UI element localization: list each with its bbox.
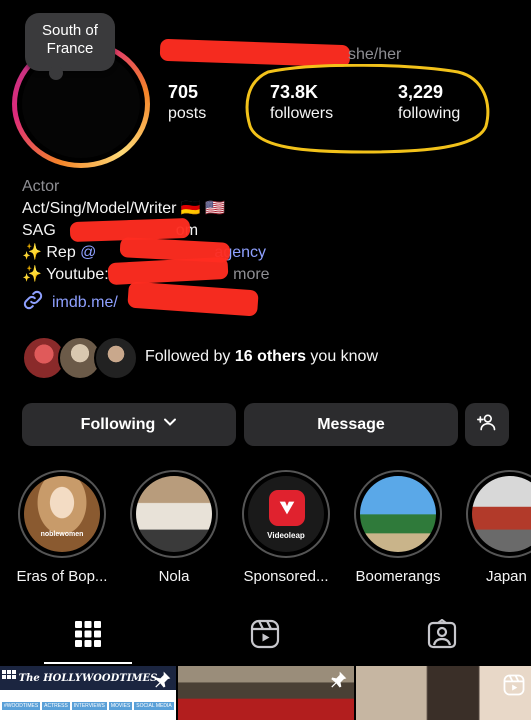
highlight-cover-caption: noblewomen: [40, 531, 84, 538]
profile-link-text[interactable]: imdb.me/: [52, 294, 118, 312]
tagged-person-icon: [427, 618, 457, 654]
highlight-annotation: [245, 64, 490, 154]
suggested-users-button[interactable]: [465, 403, 509, 446]
videoleap-logo-icon: [269, 490, 305, 526]
pinned-icon: [328, 670, 348, 695]
bio-more-button[interactable]: more: [233, 266, 269, 283]
highlight-nola[interactable]: Nola: [124, 470, 224, 585]
following-button[interactable]: Following: [22, 403, 236, 446]
bio-line-1: Act/Sing/Model/Writer 🇩🇪 🇺🇸: [22, 200, 226, 217]
profile-link[interactable]: imdb.me/: [22, 289, 118, 316]
followed-by-count: 16 others: [234, 348, 306, 365]
pinned-icon: [152, 670, 172, 695]
highlight-label: Boomerangs: [355, 568, 441, 585]
following-button-label: Following: [80, 415, 156, 433]
post-tag: SOCIAL MEDIA: [134, 702, 174, 710]
hollywoodtimes-banner: The HOLLYWOODTIMES: [0, 666, 176, 690]
rep-mention-link[interactable]: @: [80, 244, 96, 261]
pronouns: she/her: [348, 46, 402, 63]
highlight-cover-caption: Videoleap: [267, 531, 305, 540]
posts-count[interactable]: 705 posts: [168, 82, 206, 123]
highlight-cover: noblewomen: [24, 476, 100, 552]
profile-note[interactable]: South of France: [25, 13, 115, 80]
followed-by-suffix: you know: [305, 348, 379, 365]
bio-line-3: ✨ Rep @ agency: [22, 242, 502, 264]
post-thumbnail[interactable]: [356, 666, 531, 720]
highlight-sponsored[interactable]: Videoleap Sponsored...: [236, 470, 336, 585]
mutual-followers-avatars[interactable]: [22, 336, 152, 380]
post-tag: #WOODTIMES: [2, 702, 41, 710]
highlight-cover: [136, 476, 212, 552]
highlight-eras[interactable]: noblewomen Eras of Bop...: [12, 470, 112, 585]
post-tag: ACTRESS: [42, 702, 70, 710]
highlight-japan[interactable]: Japan: [460, 470, 531, 585]
add-person-icon: [477, 412, 497, 437]
reel-icon: [503, 674, 525, 701]
tab-reels[interactable]: [245, 618, 285, 654]
post-tag: INTERVIEWS: [71, 702, 107, 710]
bio-line-4: ✨ Youtube: more: [22, 264, 502, 286]
highlight-label: Eras of Bop...: [16, 568, 108, 585]
grid-icon: [74, 620, 102, 653]
post-thumbnail[interactable]: [178, 666, 354, 720]
bio-line-4-prefix: ✨ Youtube:: [22, 266, 114, 283]
posts-value: 705: [168, 82, 199, 102]
highlight-label: Japan: [486, 568, 527, 585]
reels-icon: [250, 619, 280, 654]
message-button[interactable]: Message: [244, 403, 458, 446]
bio-line-3-prefix: ✨ Rep: [22, 244, 81, 261]
posts-label: posts: [168, 105, 207, 122]
followed-by-prefix: Followed by: [145, 348, 235, 365]
active-tab-indicator: [44, 662, 132, 664]
link-icon: [22, 289, 44, 316]
highlight-cover: Videoleap: [248, 476, 324, 552]
chevron-down-icon: [163, 415, 177, 434]
highlight-label: Sponsored...: [243, 568, 329, 585]
carousel-grid-icon: [2, 670, 16, 689]
message-button-label: Message: [317, 415, 385, 433]
highlight-cover: [360, 476, 436, 552]
redaction-bio-4: [127, 281, 259, 317]
highlight-cover: [472, 476, 531, 552]
post-title-text: The HOLLYWOODTIMES: [18, 672, 158, 684]
highlight-label: Nola: [158, 568, 190, 585]
post-tag: MOVIES: [108, 702, 133, 710]
mutual-avatar: [94, 336, 138, 380]
highlight-boomerangs[interactable]: Boomerangs: [348, 470, 448, 585]
tab-tagged[interactable]: [422, 618, 462, 654]
tab-posts-grid[interactable]: [68, 618, 108, 654]
post-thumbnail[interactable]: The HOLLYWOODTIMES #WOODTIMES ACTRESS IN…: [0, 666, 176, 720]
bio-line-2-prefix: SAG: [22, 222, 56, 239]
profile-category: Actor: [22, 178, 60, 195]
followed-by-text[interactable]: Followed by 16 others you know: [145, 348, 378, 366]
